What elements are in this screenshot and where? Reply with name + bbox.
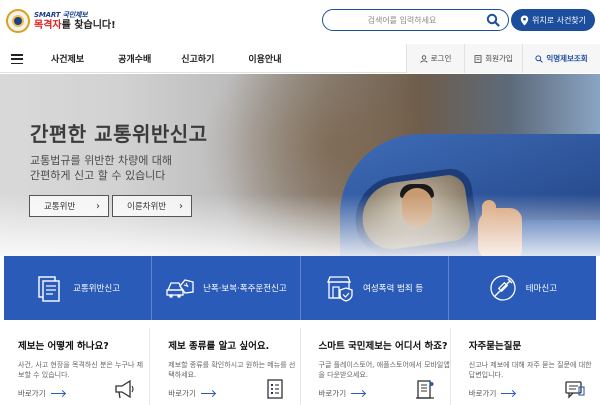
shortcut-label: 바로가기 (168, 389, 196, 398)
signup-link[interactable]: 회원가입 (464, 44, 522, 73)
traffic-violation-button[interactable]: 교통위반 › (29, 195, 109, 217)
arrow-right-icon (50, 393, 65, 394)
nav-item-guide[interactable]: 이용안내 (248, 52, 281, 65)
info-card-title: 제보 종류를 알고 싶어요. (168, 341, 270, 352)
arrow-right-icon (501, 393, 516, 394)
service-bar: 교통위반신고 난폭·보복·폭주운전신고 여성폭력 범죄 등 테마신고 (4, 256, 596, 320)
location-search-button[interactable]: 위치로 사건찾기 (511, 9, 595, 31)
nav-item-report[interactable]: 사건제보 (51, 52, 84, 65)
site-logo[interactable]: SMART 국민제보 목격자를 찾습니다! (6, 9, 116, 33)
police-emblem-icon (6, 9, 30, 33)
document-icon (474, 54, 482, 63)
shortcut-label: 바로가기 (468, 389, 497, 398)
location-search-label: 위치로 사건찾기 (531, 15, 587, 25)
traffic-violation-label: 교통위반 (44, 202, 76, 212)
checklist-icon (266, 379, 283, 399)
shortcut-label: 바로가기 (18, 389, 46, 398)
motorcycle-violation-button[interactable]: 이륜차위반 › (112, 195, 192, 217)
top-header: SMART 국민제보 목격자를 찾습니다! 위치로 사건찾기 (0, 0, 600, 42)
service-traffic-report[interactable]: 교통위반신고 (4, 256, 153, 320)
info-card-report-types: 제보 종류를 알고 싶어요. 제보할 종류를 확인하시고 원하는 메뉴를 선택하… (150, 328, 301, 405)
info-card-desc: 신고나 제보에 대해 자주 묻는 질문에 대한 답변입니다. (468, 361, 592, 379)
shortcut-link[interactable]: 바로가기 (168, 388, 215, 399)
megaphone-icon (115, 379, 134, 399)
shortcut-link[interactable]: 바로가기 (319, 388, 366, 399)
info-card-desc: 제보할 종류를 확인하시고 원하는 메뉴를 선택하세요. (168, 361, 296, 379)
anonymous-report-lookup-label: 익명제보조회 (546, 54, 588, 63)
shortcut-link[interactable]: 바로가기 (18, 388, 65, 399)
shop-shield-icon (327, 276, 353, 302)
service-reckless-driving[interactable]: 난폭·보복·폭주운전신고 (152, 256, 301, 320)
info-card-desc: 사건, 사고 현장을 목격하신 분은 누구나 제보할 수 있습니다. (18, 361, 144, 379)
login-label: 로그인 (430, 54, 452, 63)
search-box (322, 9, 509, 31)
nav-menu: 사건제보 공개수배 신고하기 이용안내 (51, 44, 316, 73)
login-link[interactable]: 로그인 (406, 44, 464, 73)
info-card-faq: 자주묻는질문 신고나 제보에 대해 자주 묻는 질문에 대한 답변입니다. 바로… (451, 328, 600, 405)
service-reckless-driving-label: 난폭·보복·폭주운전신고 (203, 284, 287, 294)
menu-icon[interactable] (11, 54, 23, 64)
hero-subtitle-line2: 간편하게 신고 할 수 있습니다 (30, 169, 166, 182)
logo-subtitle: SMART 국민제보 (34, 10, 88, 19)
chat-icon (565, 381, 585, 399)
search-icon (535, 54, 544, 63)
signup-label: 회원가입 (485, 54, 513, 63)
info-card-title: 제보는 어떻게 하나요? (18, 341, 109, 352)
form-icon (38, 276, 60, 302)
service-theme-report-label: 테마신고 (525, 284, 558, 294)
info-card-title: 스마트 국민제보는 어디서 하죠? (318, 341, 448, 352)
map-pin-icon (520, 15, 529, 25)
main-nav: 사건제보 공개수배 신고하기 이용안내 로그인 회원가입 익명제보조회 (0, 44, 600, 73)
search-icon[interactable] (486, 13, 500, 27)
info-card-title: 자주묻는질문 (468, 341, 522, 352)
arrow-right-icon (351, 393, 366, 394)
logo-title-rest: 를 찾습니다! (61, 19, 116, 31)
service-theme-report[interactable]: 테마신고 (449, 256, 596, 320)
info-card-desc: 구글 플레이스토어, 애플스토어에서 모바일앱을 다운받으세요. (318, 361, 450, 379)
nav-item-declare[interactable]: 신고하기 (181, 52, 214, 65)
page: SMART 국민제보 목격자를 찾습니다! 위치로 사건찾기 사건제보 공개수배… (0, 0, 600, 405)
utility-links: 로그인 회원가입 익명제보조회 (406, 44, 600, 73)
shortcut-link[interactable]: 바로가기 (469, 388, 516, 399)
chevron-right-icon: › (96, 200, 100, 212)
logo-title: 목격자를 찾습니다! (34, 19, 116, 31)
service-violence-against-women-label: 여성폭력 범죄 등 (363, 284, 424, 294)
arrow-right-icon (200, 393, 215, 394)
info-card-how-to-report: 제보는 어떻게 하나요? 사건, 사고 현장을 목격하신 분은 누구나 제보할 … (0, 328, 151, 405)
service-traffic-report-label: 교통위반신고 (73, 284, 121, 294)
user-icon (420, 54, 428, 63)
building-icon (415, 380, 434, 399)
search-input[interactable] (323, 15, 473, 25)
car-crash-icon (166, 279, 194, 298)
nav-item-wanted[interactable]: 공개수배 (118, 52, 151, 65)
hero-subtitle-line1: 교통법규를 위반한 차량에 대해 (30, 154, 173, 167)
info-card-where-to-report: 스마트 국민제보는 어디서 하죠? 구글 플레이스토어, 애플스토어에서 모바일… (301, 328, 451, 405)
logo-title-highlight: 목격자 (34, 19, 62, 31)
motorcycle-violation-label: 이륜차위반 (127, 202, 167, 212)
shortcut-label: 바로가기 (318, 389, 347, 398)
service-violence-against-women[interactable]: 여성폭력 범죄 등 (301, 256, 449, 320)
hero-title: 간편한 교통위반신고 (30, 122, 208, 146)
syringe-icon (490, 275, 516, 301)
anonymous-report-lookup-link[interactable]: 익명제보조회 (522, 44, 600, 73)
hero-subtitle: 교통법규를 위반한 차량에 대해 간편하게 신고 할 수 있습니다 (30, 153, 172, 183)
info-cards: 제보는 어떻게 하나요? 사건, 사고 현장을 목격하신 분은 누구나 제보할 … (0, 328, 600, 405)
chevron-right-icon: › (179, 200, 183, 212)
